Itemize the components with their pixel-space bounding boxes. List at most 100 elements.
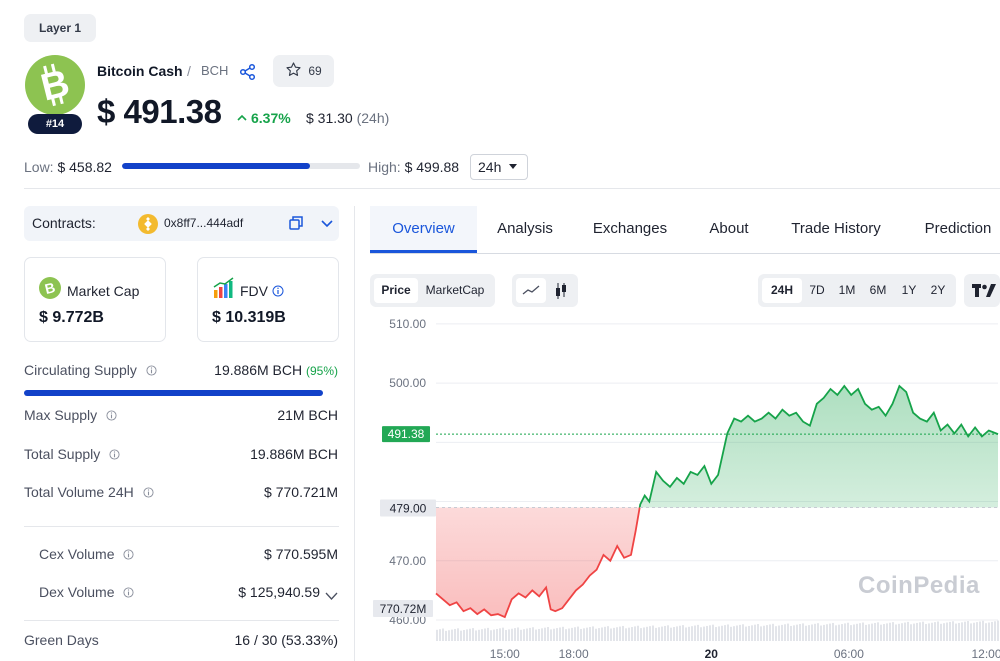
- tab-prediction[interactable]: Prediction: [916, 206, 1000, 253]
- volume-bar: [832, 622, 834, 641]
- volume-bar: [619, 626, 621, 641]
- volume-bar: [553, 628, 555, 641]
- volume-bar: [520, 629, 522, 641]
- x-tick-label: 20: [705, 647, 719, 661]
- last-price-label: 491.38: [388, 427, 425, 441]
- volume-bar: [658, 627, 660, 641]
- range-7d[interactable]: 7D: [803, 278, 831, 303]
- total-supply-value: 19.886M BCH: [250, 446, 338, 462]
- info-icon[interactable]: [272, 285, 284, 297]
- volume-bar: [745, 626, 747, 641]
- volume-bar: [505, 630, 507, 641]
- volume-bar: [844, 623, 846, 641]
- volume-bar: [799, 624, 801, 641]
- volume-bar: [958, 622, 960, 641]
- tab-about[interactable]: About: [704, 206, 754, 253]
- volume-bar: [538, 628, 540, 641]
- total-supply-text: Total Supply: [24, 446, 101, 462]
- volume-bar: [637, 625, 639, 641]
- coinpedia-watermark: CoinPedia: [858, 572, 980, 599]
- volume-bar: [616, 627, 618, 641]
- cex-volume-label: Cex Volume: [39, 546, 135, 562]
- volume-bar: [436, 629, 438, 641]
- volume-bar: [625, 628, 627, 641]
- category-tag[interactable]: Layer 1: [24, 14, 97, 42]
- volume-bar: [628, 627, 630, 641]
- watchlist-button[interactable]: 69: [273, 55, 334, 87]
- volume-bar: [607, 626, 609, 641]
- low-label: Low:: [24, 159, 54, 175]
- volume-bar: [853, 624, 855, 641]
- volume-bar: [970, 623, 972, 641]
- volume-bar: [913, 623, 915, 641]
- volume-bar: [739, 624, 741, 641]
- volume-bar: [718, 626, 720, 641]
- volume-bar: [700, 627, 702, 641]
- price-option[interactable]: Price: [374, 278, 418, 303]
- volume-bar: [670, 627, 672, 641]
- volume-bar: [457, 628, 459, 641]
- contracts-bar[interactable]: Contracts: 0x8ff7...444adf: [24, 206, 339, 241]
- baseline-label: 479.00: [390, 501, 427, 515]
- volume-bar: [559, 627, 561, 641]
- tab-exchanges[interactable]: Exchanges: [586, 206, 674, 253]
- info-icon[interactable]: [123, 548, 135, 560]
- contract-address[interactable]: 0x8ff7...444adf: [164, 216, 243, 230]
- volume-bar: [868, 624, 870, 641]
- volume-bar: [565, 629, 567, 641]
- volume-bar: [904, 622, 906, 641]
- share-icon[interactable]: [238, 62, 258, 82]
- volume-bar: [883, 624, 885, 641]
- info-icon[interactable]: [109, 448, 120, 460]
- volume-bar: [991, 621, 993, 641]
- fdv-value: $ 10.319B: [212, 309, 286, 326]
- info-icon[interactable]: [143, 486, 154, 498]
- candlestick-chart-icon[interactable]: [548, 278, 574, 303]
- volume-bar: [742, 624, 744, 641]
- bar-chart-icon: [212, 277, 234, 299]
- divider: [24, 188, 1000, 189]
- tradingview-button[interactable]: [964, 274, 1000, 307]
- tab-overview[interactable]: Overview: [370, 206, 477, 253]
- low-price: Low: $ 458.82: [24, 159, 112, 175]
- volume-bar: [439, 629, 441, 641]
- total-volume-text: Total Volume 24H: [24, 484, 134, 500]
- volume-bar: [772, 623, 774, 641]
- max-supply-value: 21M BCH: [277, 407, 338, 423]
- range-period-select[interactable]: 24h: [470, 154, 528, 180]
- volume-bar: [850, 625, 852, 641]
- range-2y[interactable]: 2Y: [924, 278, 952, 303]
- volume-bar: [481, 629, 483, 641]
- volume-bar: [805, 625, 807, 641]
- info-icon[interactable]: [106, 409, 117, 421]
- chevron-down-icon[interactable]: [325, 588, 338, 606]
- chevron-down-icon[interactable]: [320, 216, 334, 230]
- max-supply-label: Max Supply: [24, 407, 117, 423]
- volume-bar: [973, 622, 975, 641]
- volume-bar: [961, 622, 963, 641]
- volume-bar: [943, 623, 945, 641]
- volume-bar: [451, 629, 453, 641]
- range-24h[interactable]: 24H: [762, 278, 802, 303]
- range-1y[interactable]: 1Y: [895, 278, 923, 303]
- range-6m[interactable]: 6M: [864, 278, 892, 303]
- range-1m[interactable]: 1M: [833, 278, 861, 303]
- x-tick-label: 12:00: [972, 647, 1000, 661]
- info-icon[interactable]: [123, 586, 135, 598]
- line-chart-icon[interactable]: [516, 278, 546, 303]
- tab-trade-history[interactable]: Trade History: [784, 206, 888, 253]
- volume-bar: [679, 625, 681, 641]
- volume-bar: [463, 630, 465, 641]
- high-label: High:: [368, 159, 401, 175]
- circulating-supply-pct: (95%): [305, 364, 338, 378]
- volume-bar: [976, 622, 978, 641]
- volume-bar: [454, 628, 456, 641]
- info-icon[interactable]: [146, 364, 157, 376]
- range-period-value: 24h: [478, 159, 502, 175]
- tab-analysis[interactable]: Analysis: [490, 206, 560, 253]
- marketcap-option[interactable]: MarketCap: [420, 278, 490, 303]
- volume-bar: [727, 624, 729, 641]
- volume-bar: [589, 627, 591, 641]
- copy-icon[interactable]: [288, 215, 304, 231]
- volume-bar: [922, 621, 924, 641]
